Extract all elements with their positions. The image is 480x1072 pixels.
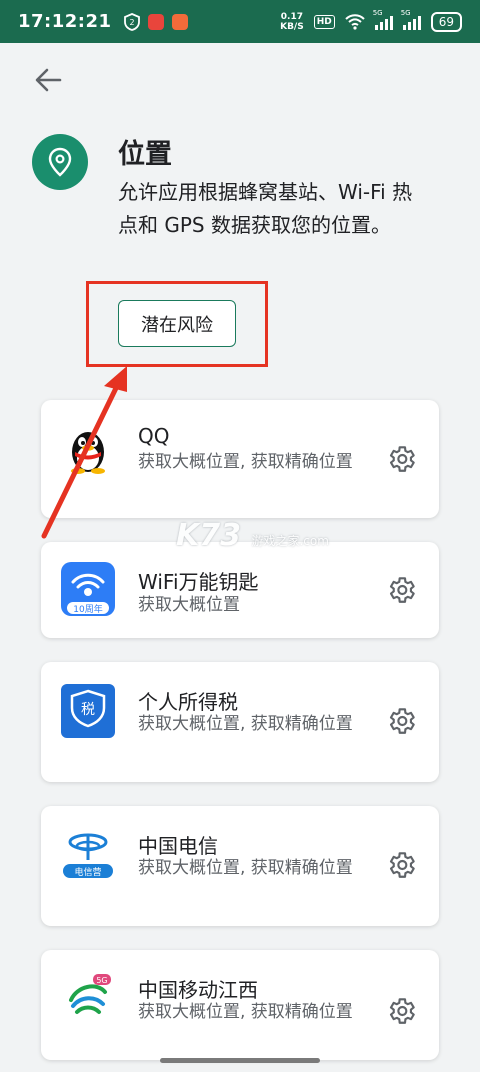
home-indicator[interactable] bbox=[160, 1058, 320, 1063]
annotation-arrow bbox=[41, 366, 127, 539]
